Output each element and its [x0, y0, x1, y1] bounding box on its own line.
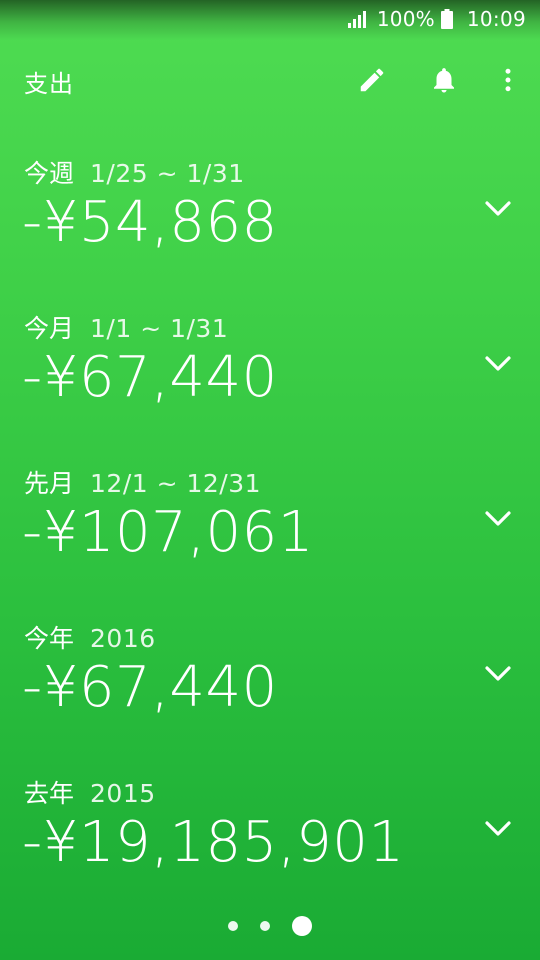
page-title: 支出	[24, 70, 74, 98]
chevron-down-icon[interactable]	[484, 200, 512, 218]
summary-this-month[interactable]: 今月 1/1 ~ 1/31 -¥67,440	[0, 295, 540, 450]
expense-amount: -¥107,061	[22, 500, 314, 565]
more-vert-icon	[505, 68, 511, 92]
page-indicator	[0, 912, 540, 940]
expense-amount: -¥54,868	[22, 190, 278, 255]
summary-label: 今月 1/1 ~ 1/31	[24, 309, 228, 345]
period-range: 2015	[90, 779, 156, 808]
chevron-down-icon[interactable]	[484, 355, 512, 373]
summary-label: 去年 2015	[24, 774, 156, 810]
period-name: 今年	[24, 624, 75, 653]
app-bar: 支出	[0, 50, 540, 110]
summary-label: 今年 2016	[24, 619, 156, 655]
period-range: 1/25 ~ 1/31	[90, 159, 245, 188]
period-name: 今月	[24, 314, 75, 343]
period-range: 12/1 ~ 12/31	[90, 469, 262, 498]
edit-icon	[360, 68, 384, 92]
summary-this-year[interactable]: 今年 2016 -¥67,440	[0, 605, 540, 760]
overflow-menu-button[interactable]	[488, 60, 528, 100]
bell-icon	[434, 68, 454, 93]
expense-amount: -¥67,440	[22, 655, 278, 720]
summary-last-month[interactable]: 先月 12/1 ~ 12/31 -¥107,061	[0, 450, 540, 605]
period-name: 今週	[24, 159, 75, 188]
chevron-down-icon[interactable]	[484, 510, 512, 528]
summary-label: 先月 12/1 ~ 12/31	[24, 464, 261, 500]
summary-last-year[interactable]: 去年 2015 -¥19,185,901	[0, 760, 540, 915]
edit-button[interactable]	[352, 60, 392, 100]
status-bar: 100% 10:09	[0, 0, 540, 38]
page-dot[interactable]	[228, 921, 238, 931]
period-name: 先月	[24, 469, 75, 498]
summary-label: 今週 1/25 ~ 1/31	[24, 154, 245, 190]
notifications-button[interactable]	[424, 60, 464, 100]
battery-percent: 100%	[376, 7, 435, 31]
period-range: 2016	[90, 624, 156, 653]
period-name: 去年	[24, 779, 75, 808]
expense-amount: -¥19,185,901	[22, 810, 405, 875]
page-dot-active[interactable]	[292, 916, 312, 936]
summary-this-week[interactable]: 今週 1/25 ~ 1/31 -¥54,868	[0, 140, 540, 295]
expense-amount: -¥67,440	[22, 345, 278, 410]
status-clock: 10:09	[466, 7, 526, 31]
period-range: 1/1 ~ 1/31	[90, 314, 229, 343]
signal-icon	[347, 11, 366, 28]
chevron-down-icon[interactable]	[484, 820, 512, 838]
page-dot[interactable]	[260, 921, 270, 931]
expense-summary-list: 今週 1/25 ~ 1/31 -¥54,868 今月 1/1 ~ 1/31 -¥…	[0, 140, 540, 915]
battery-icon	[440, 9, 453, 29]
chevron-down-icon[interactable]	[484, 665, 512, 683]
